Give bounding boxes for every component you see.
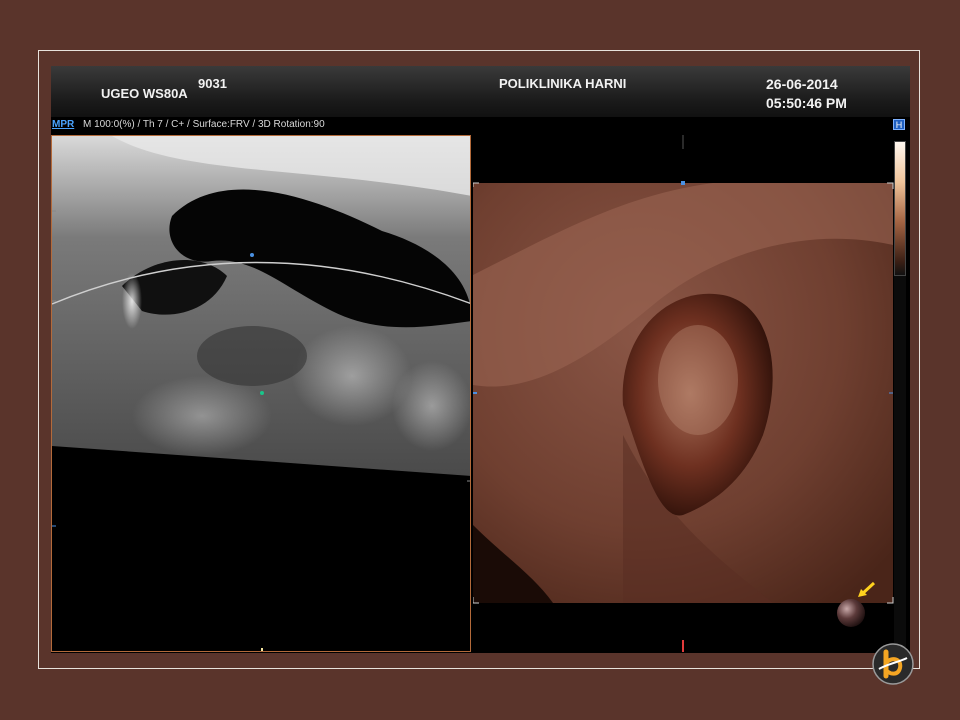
- yellow-arrow-icon: [858, 581, 876, 597]
- scale-track: [894, 276, 906, 652]
- mpr-slice-view[interactable]: [51, 135, 471, 652]
- mpr-slice-image: [52, 136, 470, 651]
- device-model: UGEO WS80A: [101, 86, 188, 101]
- clinic-name: POLIKLINIKA HARNI: [499, 76, 627, 91]
- 3d-render-view[interactable]: [473, 135, 910, 652]
- info-bar: MPR M 100:0(%) / Th 7 / C+ / Surface:FRV…: [51, 118, 910, 132]
- render-parameters: M 100:0(%) / Th 7 / C+ / Surface:FRV / 3…: [83, 119, 325, 130]
- h-button[interactable]: H: [893, 119, 905, 130]
- exam-date: 26-06-2014: [766, 76, 838, 92]
- 3d-render-image: [473, 135, 894, 652]
- tab-mpr[interactable]: MPR: [52, 118, 74, 132]
- exam-time: 05:50:46 PM: [766, 95, 847, 111]
- patient-id: 9031: [198, 76, 227, 91]
- header-bar: UGEO WS80A 9031 POLIKLINIKA HARNI 26-06-…: [51, 66, 910, 117]
- ultrasound-screen: UGEO WS80A 9031 POLIKLINIKA HARNI 26-06-…: [51, 66, 910, 653]
- presentation-logo-icon: [872, 643, 914, 685]
- color-map-bar: [894, 141, 906, 276]
